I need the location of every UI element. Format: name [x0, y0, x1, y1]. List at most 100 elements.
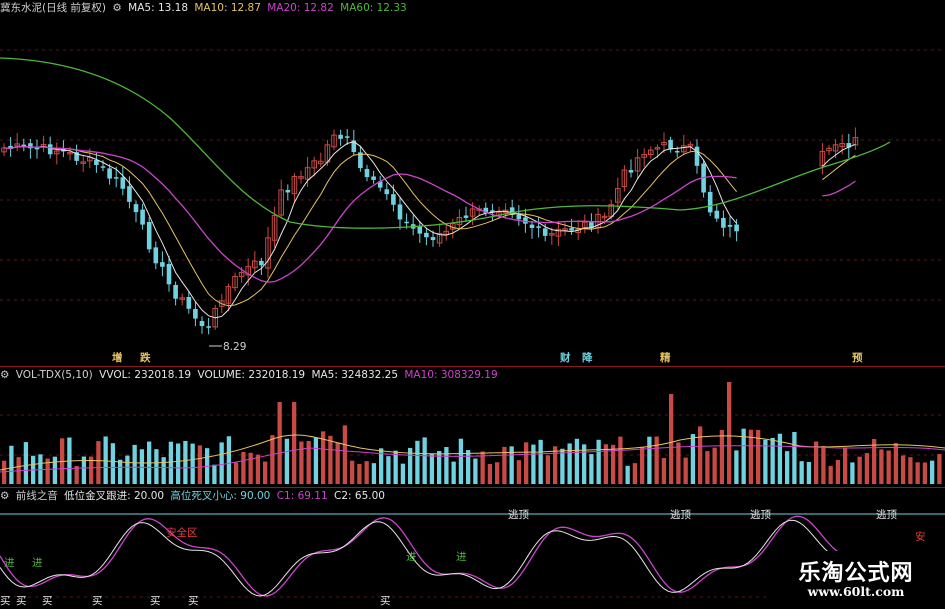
ma60-label: MA60:: [340, 2, 374, 14]
candle-body-down: [694, 146, 700, 166]
volume-bar: [625, 465, 630, 484]
volume-bar: [893, 443, 899, 484]
vvol-value: 232018.19: [134, 369, 192, 381]
volume-bar: [2, 460, 7, 484]
volume-bar: [792, 432, 797, 484]
ma5-line: [3, 141, 856, 319]
volume-bar: [139, 449, 145, 484]
indicator-settings-icon[interactable]: ⚙: [0, 490, 9, 502]
event-marker: 财: [559, 351, 571, 364]
candle-body-down: [186, 297, 192, 309]
candle-body-down: [259, 260, 264, 266]
candle-body-down: [424, 232, 429, 238]
volume-bar: [632, 463, 638, 484]
volume-label: VOLUME:: [197, 369, 245, 381]
candle-body-down: [734, 224, 739, 232]
candle-body-down: [199, 321, 205, 327]
volume-bar: [661, 458, 667, 484]
volume-bar: [603, 444, 609, 484]
volume-bar: [879, 449, 884, 484]
volume-bar: [422, 437, 427, 484]
volume-bar: [712, 447, 717, 484]
candle-body-down: [463, 215, 469, 218]
candle-body-down: [384, 189, 390, 195]
volume-bar: [371, 463, 377, 484]
volume-bar: [234, 462, 239, 484]
volume-bar: [850, 462, 855, 484]
volume-bar: [872, 438, 877, 484]
candle-body-down: [146, 222, 152, 250]
volume-bar: [466, 450, 471, 484]
vol-ma10-label: MA10:: [404, 369, 438, 381]
volume-bar: [806, 461, 812, 484]
volume-bar: [226, 436, 232, 484]
candle-body-down: [397, 204, 403, 220]
volume-bar: [683, 457, 688, 484]
candle-body-down: [391, 194, 396, 205]
candle-body-down: [371, 176, 376, 180]
volume-bar: [241, 451, 246, 484]
volume-bar: [915, 462, 920, 484]
volume-bar: [799, 461, 804, 484]
volume-bar: [328, 435, 333, 484]
volume-bar: [785, 451, 790, 484]
signal-label: 逃顶: [670, 508, 691, 521]
volume-bar: [306, 440, 311, 484]
candle-body-down: [516, 214, 522, 220]
candle-body-down: [628, 169, 634, 173]
ma20-label: MA20:: [267, 2, 301, 14]
volume-bar: [567, 443, 572, 484]
candle-body-down: [153, 247, 159, 264]
signal-label: 进: [456, 551, 467, 563]
volume-settings-icon[interactable]: ⚙: [0, 369, 9, 381]
volume-bar: [299, 441, 304, 484]
volume-bar: [531, 444, 536, 484]
volume-bar: [922, 462, 928, 484]
signal-label: 逃顶: [750, 508, 771, 521]
candle-body-down: [707, 191, 713, 213]
volume-bar: [350, 460, 355, 484]
candle-body-down: [536, 226, 541, 228]
volume-bar: [886, 450, 891, 484]
volume-bar: [335, 442, 340, 484]
volume-bar: [451, 461, 456, 484]
low-cross-label: 低位金叉跟进:: [64, 490, 131, 502]
chart-canvas[interactable]: 8.29增跌财降精预逃顶 逃顶 逃顶 逃顶安全区 安买买买买买买买进进进进: [0, 0, 945, 609]
volume-bar: [96, 441, 101, 484]
low-price-label: 8.29: [223, 341, 246, 353]
ma5-label: MA5:: [128, 2, 155, 14]
candle-body-down: [285, 189, 291, 193]
vol-indicator-name[interactable]: VOL-TDX(5,10): [16, 369, 93, 381]
volume-bar: [553, 446, 558, 484]
volume-bar: [118, 459, 123, 484]
event-marker: 精: [660, 351, 671, 364]
signal-label: 买: [42, 595, 53, 607]
candle-body-down: [674, 150, 680, 153]
volume-bar: [292, 402, 297, 484]
ma5-value: 13.18: [157, 2, 189, 14]
volume-panel-header: ⚙ VOL-TDX(5,10) VVOL: 232018.19 VOLUME: …: [0, 368, 501, 382]
volume-bar: [190, 443, 195, 484]
candle-body-down: [338, 134, 343, 139]
candle-body-down: [344, 136, 350, 138]
candle-body-down: [107, 168, 112, 179]
settings-gear-icon[interactable]: ⚙: [112, 2, 121, 14]
signal-label: 买: [92, 595, 103, 607]
volume-bar: [473, 458, 478, 484]
candle-body-down: [714, 210, 720, 219]
signal-label: 安: [915, 530, 926, 543]
signal-label: 买: [150, 595, 161, 607]
volume-bar: [690, 434, 696, 484]
volume-bar: [495, 462, 500, 484]
indicator-name[interactable]: 前线之音: [16, 490, 58, 502]
stock-name[interactable]: 冀东水泥(日线 前复权): [0, 2, 106, 14]
volume-bar: [828, 465, 833, 484]
c2-value: 65.00: [354, 490, 385, 502]
volume-bar: [676, 442, 681, 484]
volume-bar: [930, 460, 935, 484]
signal-label: 买: [380, 595, 391, 607]
candle-body-down: [404, 221, 409, 224]
candle-body-down: [34, 147, 40, 150]
candle-body-down: [721, 217, 726, 228]
signal-label: 逃顶: [508, 508, 529, 521]
